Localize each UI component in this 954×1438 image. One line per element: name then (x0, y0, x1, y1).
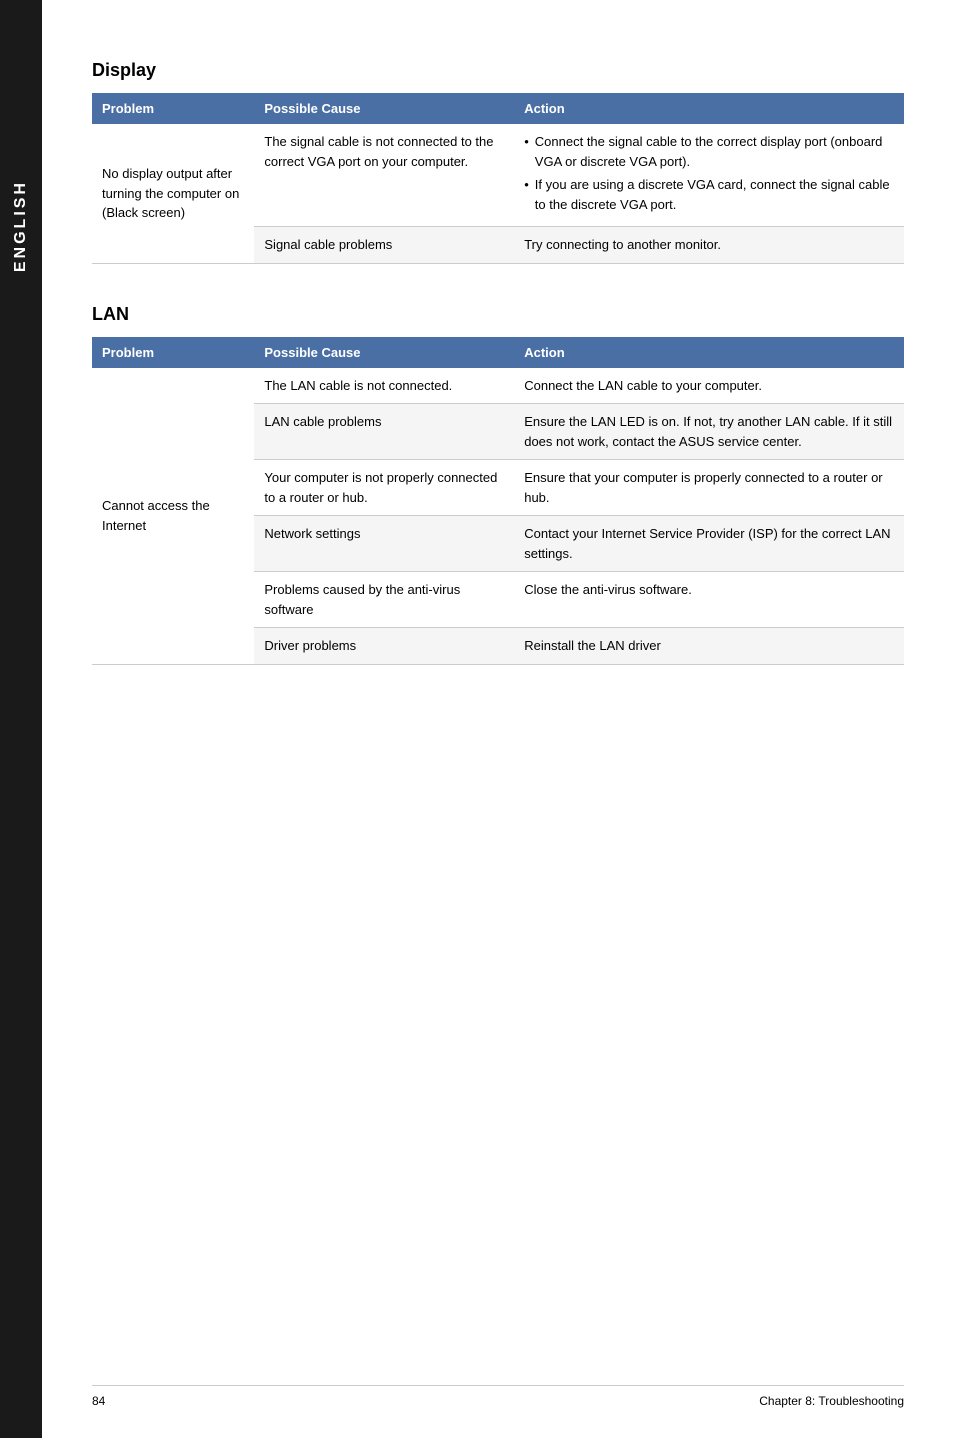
page-container: ENGLISH Display Problem Possible Cause A… (0, 0, 954, 1438)
display-cause-2: Signal cable problems (254, 227, 514, 264)
lan-cause-2: LAN cable problems (254, 404, 514, 460)
lan-action-5: Close the anti-virus software. (514, 572, 904, 628)
display-table-header-row: Problem Possible Cause Action (92, 93, 904, 124)
lan-table-header-row: Problem Possible Cause Action (92, 337, 904, 368)
lan-action-6: Reinstall the LAN driver (514, 628, 904, 665)
footer: 84 Chapter 8: Troubleshooting (92, 1385, 904, 1408)
bullet-item-2: If you are using a discrete VGA card, co… (524, 175, 894, 214)
bullet-item-1: Connect the signal cable to the correct … (524, 132, 894, 171)
display-title: Display (92, 60, 904, 81)
main-content: Display Problem Possible Cause Action No… (42, 0, 954, 1438)
lan-cause-6: Driver problems (254, 628, 514, 665)
lan-problem-1: Cannot access the Internet (92, 368, 254, 665)
lan-header-action: Action (514, 337, 904, 368)
display-header-cause: Possible Cause (254, 93, 514, 124)
display-action-2: Try connecting to another monitor. (514, 227, 904, 264)
lan-cause-1: The LAN cable is not connected. (254, 368, 514, 404)
chapter-label: Chapter 8: Troubleshooting (759, 1394, 904, 1408)
display-section: Display Problem Possible Cause Action No… (92, 60, 904, 264)
display-table: Problem Possible Cause Action No display… (92, 93, 904, 264)
table-row: Cannot access the Internet The LAN cable… (92, 368, 904, 404)
lan-cause-4: Network settings (254, 516, 514, 572)
lan-header-problem: Problem (92, 337, 254, 368)
lan-section: LAN Problem Possible Cause Action Cannot… (92, 304, 904, 665)
lan-action-1: Connect the LAN cable to your computer. (514, 368, 904, 404)
lan-cause-5: Problems caused by the anti-virus softwa… (254, 572, 514, 628)
sidebar: ENGLISH (0, 0, 42, 1438)
display-cause-1: The signal cable is not connected to the… (254, 124, 514, 227)
lan-table: Problem Possible Cause Action Cannot acc… (92, 337, 904, 665)
page-number: 84 (92, 1394, 105, 1408)
lan-cause-3: Your computer is not properly connected … (254, 460, 514, 516)
sidebar-label: ENGLISH (12, 180, 30, 272)
lan-title: LAN (92, 304, 904, 325)
lan-action-3: Ensure that your computer is properly co… (514, 460, 904, 516)
display-problem-1: No display output after turning the comp… (92, 124, 254, 263)
display-header-action: Action (514, 93, 904, 124)
table-row: No display output after turning the comp… (92, 124, 904, 227)
lan-action-2: Ensure the LAN LED is on. If not, try an… (514, 404, 904, 460)
lan-action-4: Contact your Internet Service Provider (… (514, 516, 904, 572)
display-header-problem: Problem (92, 93, 254, 124)
display-action-1: Connect the signal cable to the correct … (514, 124, 904, 227)
lan-header-cause: Possible Cause (254, 337, 514, 368)
